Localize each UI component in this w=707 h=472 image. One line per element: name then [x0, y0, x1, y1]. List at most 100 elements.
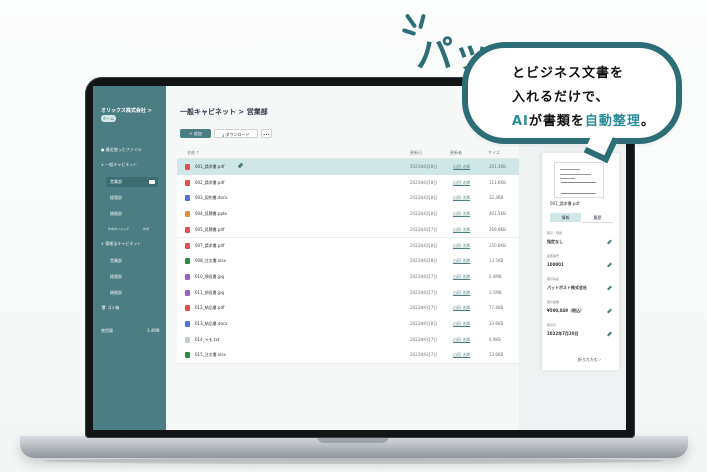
xlsx-file-icon	[185, 258, 190, 265]
file-size: 201.3KB	[489, 164, 506, 169]
file-size: 32.4KB	[489, 195, 504, 201]
name-column-header[interactable]: 名前 ↑	[187, 148, 200, 158]
file-owner[interactable]: 山田 太郎	[453, 269, 470, 285]
detail-label: 取引・登録	[547, 231, 563, 235]
file-owner[interactable]: 山田 太郎	[453, 347, 470, 363]
file-name: 012_納品書.pdf	[195, 305, 225, 311]
detail-value: 100001	[547, 262, 564, 267]
sidebar-folder-sales-active[interactable]: 営業部	[106, 177, 158, 187]
file-owner[interactable]: 山田 太郎	[453, 206, 470, 222]
file-table-header: 名前 ↑ 更新日 更新者 サイズ	[177, 148, 519, 159]
file-owner[interactable]: 山田 太郎	[453, 285, 470, 301]
sidebar-folder-accounting[interactable]: 経理部	[106, 193, 158, 203]
edit-icon[interactable]	[237, 162, 244, 169]
pptx-file-icon	[185, 211, 190, 218]
home-chip[interactable]: ホーム	[101, 115, 116, 122]
pdf-file-icon	[185, 164, 190, 170]
file-owner[interactable]: 山田 太郎	[453, 332, 470, 348]
file-date: 2023年6月8日	[410, 242, 438, 248]
file-row[interactable]: 012_納品書.pdf 2023年6月7日 山田 太郎 77.4KB	[177, 300, 519, 317]
auto-organize-highlight: 自動整理	[584, 114, 641, 129]
detail-value: 指定なし	[547, 239, 563, 244]
file-name: 013_納品書.docx	[195, 321, 228, 326]
file-owner[interactable]: 山田 太郎	[453, 253, 470, 269]
file-name: 002_請求書.pdf	[195, 179, 225, 185]
file-row[interactable]: 004_見積書.pptx 2023年6月8日 山田 太郎 401.5KB	[177, 206, 519, 223]
sidebar-folder-general-affairs[interactable]: 総務部	[106, 209, 158, 219]
detail-value: 2022年7月20日	[547, 331, 579, 336]
file-owner[interactable]: 山田 太郎	[453, 175, 470, 191]
detail-label: 取引金額	[547, 300, 560, 304]
add-button[interactable]: + 追加	[180, 129, 211, 138]
owner-column-header[interactable]: 更新者	[450, 148, 462, 158]
sidebar-item-electronic-cabinet[interactable]: ∨ 電帳法キャビネット	[101, 241, 161, 246]
file-date: 2023年6月8日	[410, 321, 438, 326]
sidebar-folder-general-affairs-2[interactable]: 総務部	[106, 288, 158, 298]
pencil-icon[interactable]	[607, 262, 612, 268]
date-column-header[interactable]: 更新日	[410, 148, 422, 158]
file-row[interactable]: 002_請求書.pdf 2023年6月8日 山田 太郎 111.6KB	[177, 174, 519, 192]
sidebar-item-recent[interactable]: ● 最近使ったファイル	[101, 147, 161, 152]
preview-line	[560, 178, 575, 179]
file-owner[interactable]: 山田 太郎	[453, 159, 470, 175]
tab-information[interactable]: 情報	[550, 213, 581, 222]
file-size: 3.5MB	[489, 289, 502, 295]
file-date: 2023年6月8日	[410, 211, 438, 217]
detail-value: ¥500,049（税込）	[547, 308, 585, 313]
detail-label: 取引先名	[547, 277, 560, 281]
file-row[interactable]: 010_領収書.jpg 2023年6月7日 山田 太郎 2.4MB	[177, 268, 519, 286]
file-date: 2023年6月7日	[410, 226, 438, 232]
pdf-file-icon	[185, 305, 190, 312]
file-owner[interactable]: 山田 太郎	[453, 300, 470, 316]
page-title: 一般キャビネット > 営業部	[180, 108, 268, 116]
file-owner[interactable]: 山田 太郎	[453, 316, 470, 332]
sidebar-folder-accounting-2[interactable]: 経理部	[106, 272, 158, 282]
download-button[interactable]: ⤓ ダウンロード	[214, 129, 258, 138]
company-selector[interactable]: オリックス株式会社 >	[101, 107, 152, 114]
file-name: 005_見積書.pdf	[195, 226, 225, 232]
file-owner[interactable]: 山田 太郎	[453, 222, 470, 238]
file-row[interactable]: 001_請求書.pdf 2023年6月8日 山田 太郎 201.3KB	[177, 159, 519, 176]
file-row[interactable]: 011_領収書.jpg 2023年6月7日 山田 太郎 3.5MB	[177, 284, 519, 302]
file-row[interactable]: 015_注文書.xlsx 2023年6月7日 山田 太郎 13.6KB	[177, 347, 519, 365]
file-row[interactable]: 013_納品書.docx 2023年6月8日 山田 太郎 33.6KB	[177, 316, 519, 333]
file-row[interactable]: 014_メモ.txt 2023年6月7日 山田 太郎 0.9KB	[177, 331, 519, 349]
collapse-link[interactable]: 折りたたむ ›	[578, 357, 601, 363]
file-owner[interactable]: 山田 太郎	[453, 190, 470, 206]
details-file-name: 001_請求書.pdf	[550, 201, 580, 206]
detail-label: 取引日	[547, 323, 557, 327]
more-button[interactable]: •••	[261, 129, 272, 138]
folder-actions-icon[interactable]	[149, 180, 155, 184]
file-date: 2023年6月7日	[410, 352, 438, 358]
sidebar-caption-create[interactable]: 作成	[143, 227, 149, 231]
file-name: 010_領収書.jpg	[195, 273, 225, 279]
file-name: 008_注文書.xlsx	[195, 258, 226, 264]
file-date: 2023年6月7日	[410, 273, 438, 279]
file-size: 2.4MB	[489, 273, 502, 279]
tab-history[interactable]: 履歴	[582, 213, 613, 223]
xlsx-file-icon	[185, 352, 190, 359]
file-name: 004_見積書.pptx	[195, 211, 227, 217]
pencil-icon[interactable]	[607, 331, 612, 337]
file-owner[interactable]: 山田 太郎	[453, 238, 470, 254]
pdf-file-icon	[185, 226, 190, 233]
ai-highlight: AI	[512, 114, 529, 129]
size-column-header[interactable]: サイズ	[488, 148, 500, 158]
file-row[interactable]: 008_注文書.xlsx 2023年6月8日 山田 太郎 13.5KB	[177, 253, 519, 270]
sidebar-folder-sales-2[interactable]: 営業部	[106, 256, 158, 266]
pencil-icon[interactable]	[607, 239, 612, 245]
file-size: 269.9KB	[489, 226, 506, 232]
pencil-icon[interactable]	[607, 285, 612, 291]
file-row[interactable]: 007_請求書.pdf 2023年6月8日 山田 太郎 150.8KB	[177, 237, 519, 255]
file-date: 2023年6月8日	[410, 164, 438, 169]
sidebar-item-trash[interactable]: 🗑 ゴミ箱	[101, 305, 161, 310]
sidebar-item-general-cabinet[interactable]: ∨ 一般キャビネット	[101, 162, 161, 167]
main-content: 一般キャビネット > 営業部 + 追加 ⤓ ダウンロード ••• 名前 ↑ 更新…	[166, 86, 519, 430]
pencil-icon[interactable]	[607, 308, 612, 314]
file-size: 401.5KB	[489, 211, 506, 217]
document-preview[interactable]	[554, 162, 604, 198]
speech-bubble: とビジネス文書を 入れるだけで、 AIが書類を自動整理。	[462, 42, 682, 144]
file-row[interactable]: 005_見積書.pdf 2023年6月7日 山田 太郎 269.9KB	[177, 221, 519, 239]
file-row[interactable]: 003_契約書.docx 2023年6月8日 山田 太郎 32.4KB	[177, 190, 519, 208]
preview-table	[561, 182, 596, 194]
